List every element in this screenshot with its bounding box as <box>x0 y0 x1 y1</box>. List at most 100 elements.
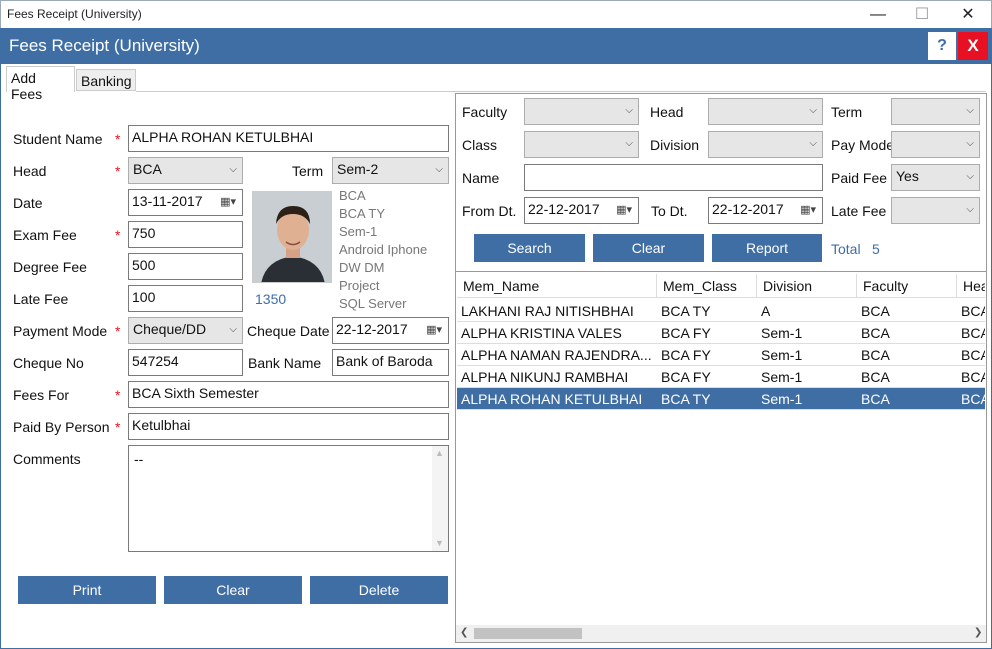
division-filter-label: Division <box>650 137 700 153</box>
column-header-head[interactable]: Hea <box>957 274 985 298</box>
chevron-down-icon: ⌵ <box>625 138 633 149</box>
delete-button[interactable]: Delete <box>310 576 448 604</box>
exam-fee-input[interactable]: 750 <box>128 221 243 248</box>
table-row[interactable]: ALPHA KRISTINA VALES BCA FY Sem-1 BCA BC… <box>457 322 985 344</box>
term-select[interactable]: Sem-2 ⌵ <box>332 157 449 184</box>
calendar-icon[interactable]: ▦▾ <box>426 323 442 336</box>
student-name-input[interactable]: ALPHA ROHAN KETULBHAI <box>128 125 449 152</box>
cell-head: BCA <box>961 391 985 407</box>
scroll-left-icon[interactable]: ❮ <box>460 627 468 638</box>
comments-textarea[interactable]: -- <box>128 445 449 552</box>
report-button[interactable]: Report <box>712 234 822 262</box>
degree-fee-input[interactable]: 500 <box>128 253 243 280</box>
paid-by-input[interactable]: Ketulbhai <box>128 413 449 440</box>
window-close-icon[interactable]: ✕ <box>945 1 991 29</box>
head-filter-label: Head <box>650 104 684 120</box>
column-header-faculty[interactable]: Faculty <box>857 274 957 298</box>
pay-mode-filter-label: Pay Mode <box>831 137 895 153</box>
class-filter-select[interactable]: ⌵ <box>524 131 639 158</box>
faculty-filter-select[interactable]: ⌵ <box>524 98 639 125</box>
scroll-up-icon[interactable]: ▲ <box>435 448 444 458</box>
class-filter-label: Class <box>462 137 498 153</box>
chevron-down-icon: ⌵ <box>809 138 817 149</box>
chevron-down-icon: ⌵ <box>966 105 974 116</box>
fees-for-input[interactable]: BCA Sixth Semester <box>128 381 449 408</box>
cell-division: Sem-1 <box>761 325 803 341</box>
grid-top-border <box>456 271 986 272</box>
person-icon <box>253 192 331 282</box>
calendar-icon[interactable]: ▦▾ <box>220 195 236 208</box>
cell-mem-class: BCA FY <box>661 347 711 363</box>
cell-mem-name: ALPHA KRISTINA VALES <box>461 325 622 341</box>
cheque-date-value: 22-12-2017 <box>336 321 408 337</box>
cell-faculty: BCA <box>861 347 890 363</box>
window-title: Fees Receipt (University) <box>7 7 142 21</box>
to-date-picker[interactable]: 22-12-2017 ▦▾ <box>708 197 823 224</box>
print-button[interactable]: Print <box>18 576 156 604</box>
grid-horizontal-scrollbar[interactable]: ❮ ❯ <box>456 625 986 642</box>
paid-fee-value: Yes <box>896 168 919 184</box>
head-label: Head <box>13 163 47 179</box>
head-value: BCA <box>133 161 162 177</box>
late-fee-label: Late Fee <box>13 291 69 307</box>
scroll-right-icon[interactable]: ❯ <box>974 627 982 638</box>
head-select[interactable]: BCA ⌵ <box>128 157 243 184</box>
window-title-bar: Fees Receipt (University) — ☐ ✕ <box>0 0 992 28</box>
cell-faculty: BCA <box>861 369 890 385</box>
division-filter-select[interactable]: ⌵ <box>708 131 823 158</box>
bank-name-input[interactable]: Bank of Baroda <box>332 349 449 376</box>
table-row[interactable]: ALPHA NIKUNJ RAMBHAI BCA FY Sem-1 BCA BC… <box>457 366 985 388</box>
to-date-label: To Dt. <box>651 203 688 219</box>
payment-mode-select[interactable]: Cheque/DD ⌵ <box>128 317 243 344</box>
from-date-picker[interactable]: 22-12-2017 ▦▾ <box>524 197 639 224</box>
app-header: Fees Receipt (University) ? X <box>0 28 992 64</box>
table-row[interactable]: ALPHA NAMAN RAJENDRA... BCA FY Sem-1 BCA… <box>457 344 985 366</box>
cell-mem-class: BCA TY <box>661 391 711 407</box>
chevron-down-icon: ⌵ <box>966 171 974 182</box>
calendar-icon[interactable]: ▦▾ <box>800 203 816 216</box>
cell-head: BCA <box>961 303 985 319</box>
minimize-icon[interactable]: — <box>855 1 901 29</box>
required-marker: * <box>115 387 121 403</box>
cheque-no-input[interactable]: 547254 <box>128 349 243 376</box>
maximize-icon[interactable]: ☐ <box>899 1 945 29</box>
info-subject: Android Iphone <box>339 242 428 257</box>
required-marker: * <box>115 323 121 339</box>
filter-clear-button[interactable]: Clear <box>593 234 704 262</box>
info-subject: Project <box>339 278 380 293</box>
calendar-icon[interactable]: ▦▾ <box>616 203 632 216</box>
late-fee-filter-label: Late Fee <box>831 203 887 219</box>
cell-division: Sem-1 <box>761 347 803 363</box>
name-filter-input[interactable] <box>524 164 823 191</box>
info-subject: SQL Server <box>339 296 407 311</box>
date-label: Date <box>13 195 43 211</box>
chevron-down-icon: ⌵ <box>435 164 443 175</box>
clear-button[interactable]: Clear <box>164 576 302 604</box>
tab-divider <box>136 91 986 92</box>
cheque-date-picker[interactable]: 22-12-2017 ▦▾ <box>332 317 449 344</box>
late-fee-filter-select[interactable]: ⌵ <box>891 197 980 224</box>
column-header-mem-class[interactable]: Mem_Class <box>657 274 757 298</box>
cell-mem-class: BCA FY <box>661 369 711 385</box>
table-row-selected[interactable]: ALPHA ROHAN KETULBHAI BCA TY Sem-1 BCA B… <box>457 388 985 410</box>
column-header-division[interactable]: Division <box>757 274 857 298</box>
date-picker[interactable]: 13-11-2017 ▦▾ <box>128 189 243 216</box>
comments-scrollbar[interactable]: ▲ ▼ <box>432 446 448 551</box>
help-button[interactable]: ? <box>928 32 956 60</box>
app-close-button[interactable]: X <box>958 32 988 60</box>
head-filter-select[interactable]: ⌵ <box>708 98 823 125</box>
table-row[interactable]: LAKHANI RAJ NITISHBHAI BCA TY A BCA BCA <box>457 300 985 322</box>
scrollbar-thumb[interactable] <box>474 628 582 639</box>
search-button[interactable]: Search <box>474 234 585 262</box>
pay-mode-filter-select[interactable]: ⌵ <box>891 131 980 158</box>
bank-name-label: Bank Name <box>248 355 322 371</box>
scroll-down-icon[interactable]: ▼ <box>435 538 444 548</box>
cell-division: Sem-1 <box>761 391 803 407</box>
term-filter-select[interactable]: ⌵ <box>891 98 980 125</box>
column-header-mem-name[interactable]: Mem_Name <box>457 274 657 298</box>
late-fee-input[interactable]: 100 <box>128 285 243 312</box>
tab-banking[interactable]: Banking <box>76 69 136 91</box>
cell-faculty: BCA <box>861 303 890 319</box>
tab-add-fees[interactable]: Add Fees <box>6 66 75 102</box>
paid-fee-filter-select[interactable]: Yes ⌵ <box>891 164 980 191</box>
